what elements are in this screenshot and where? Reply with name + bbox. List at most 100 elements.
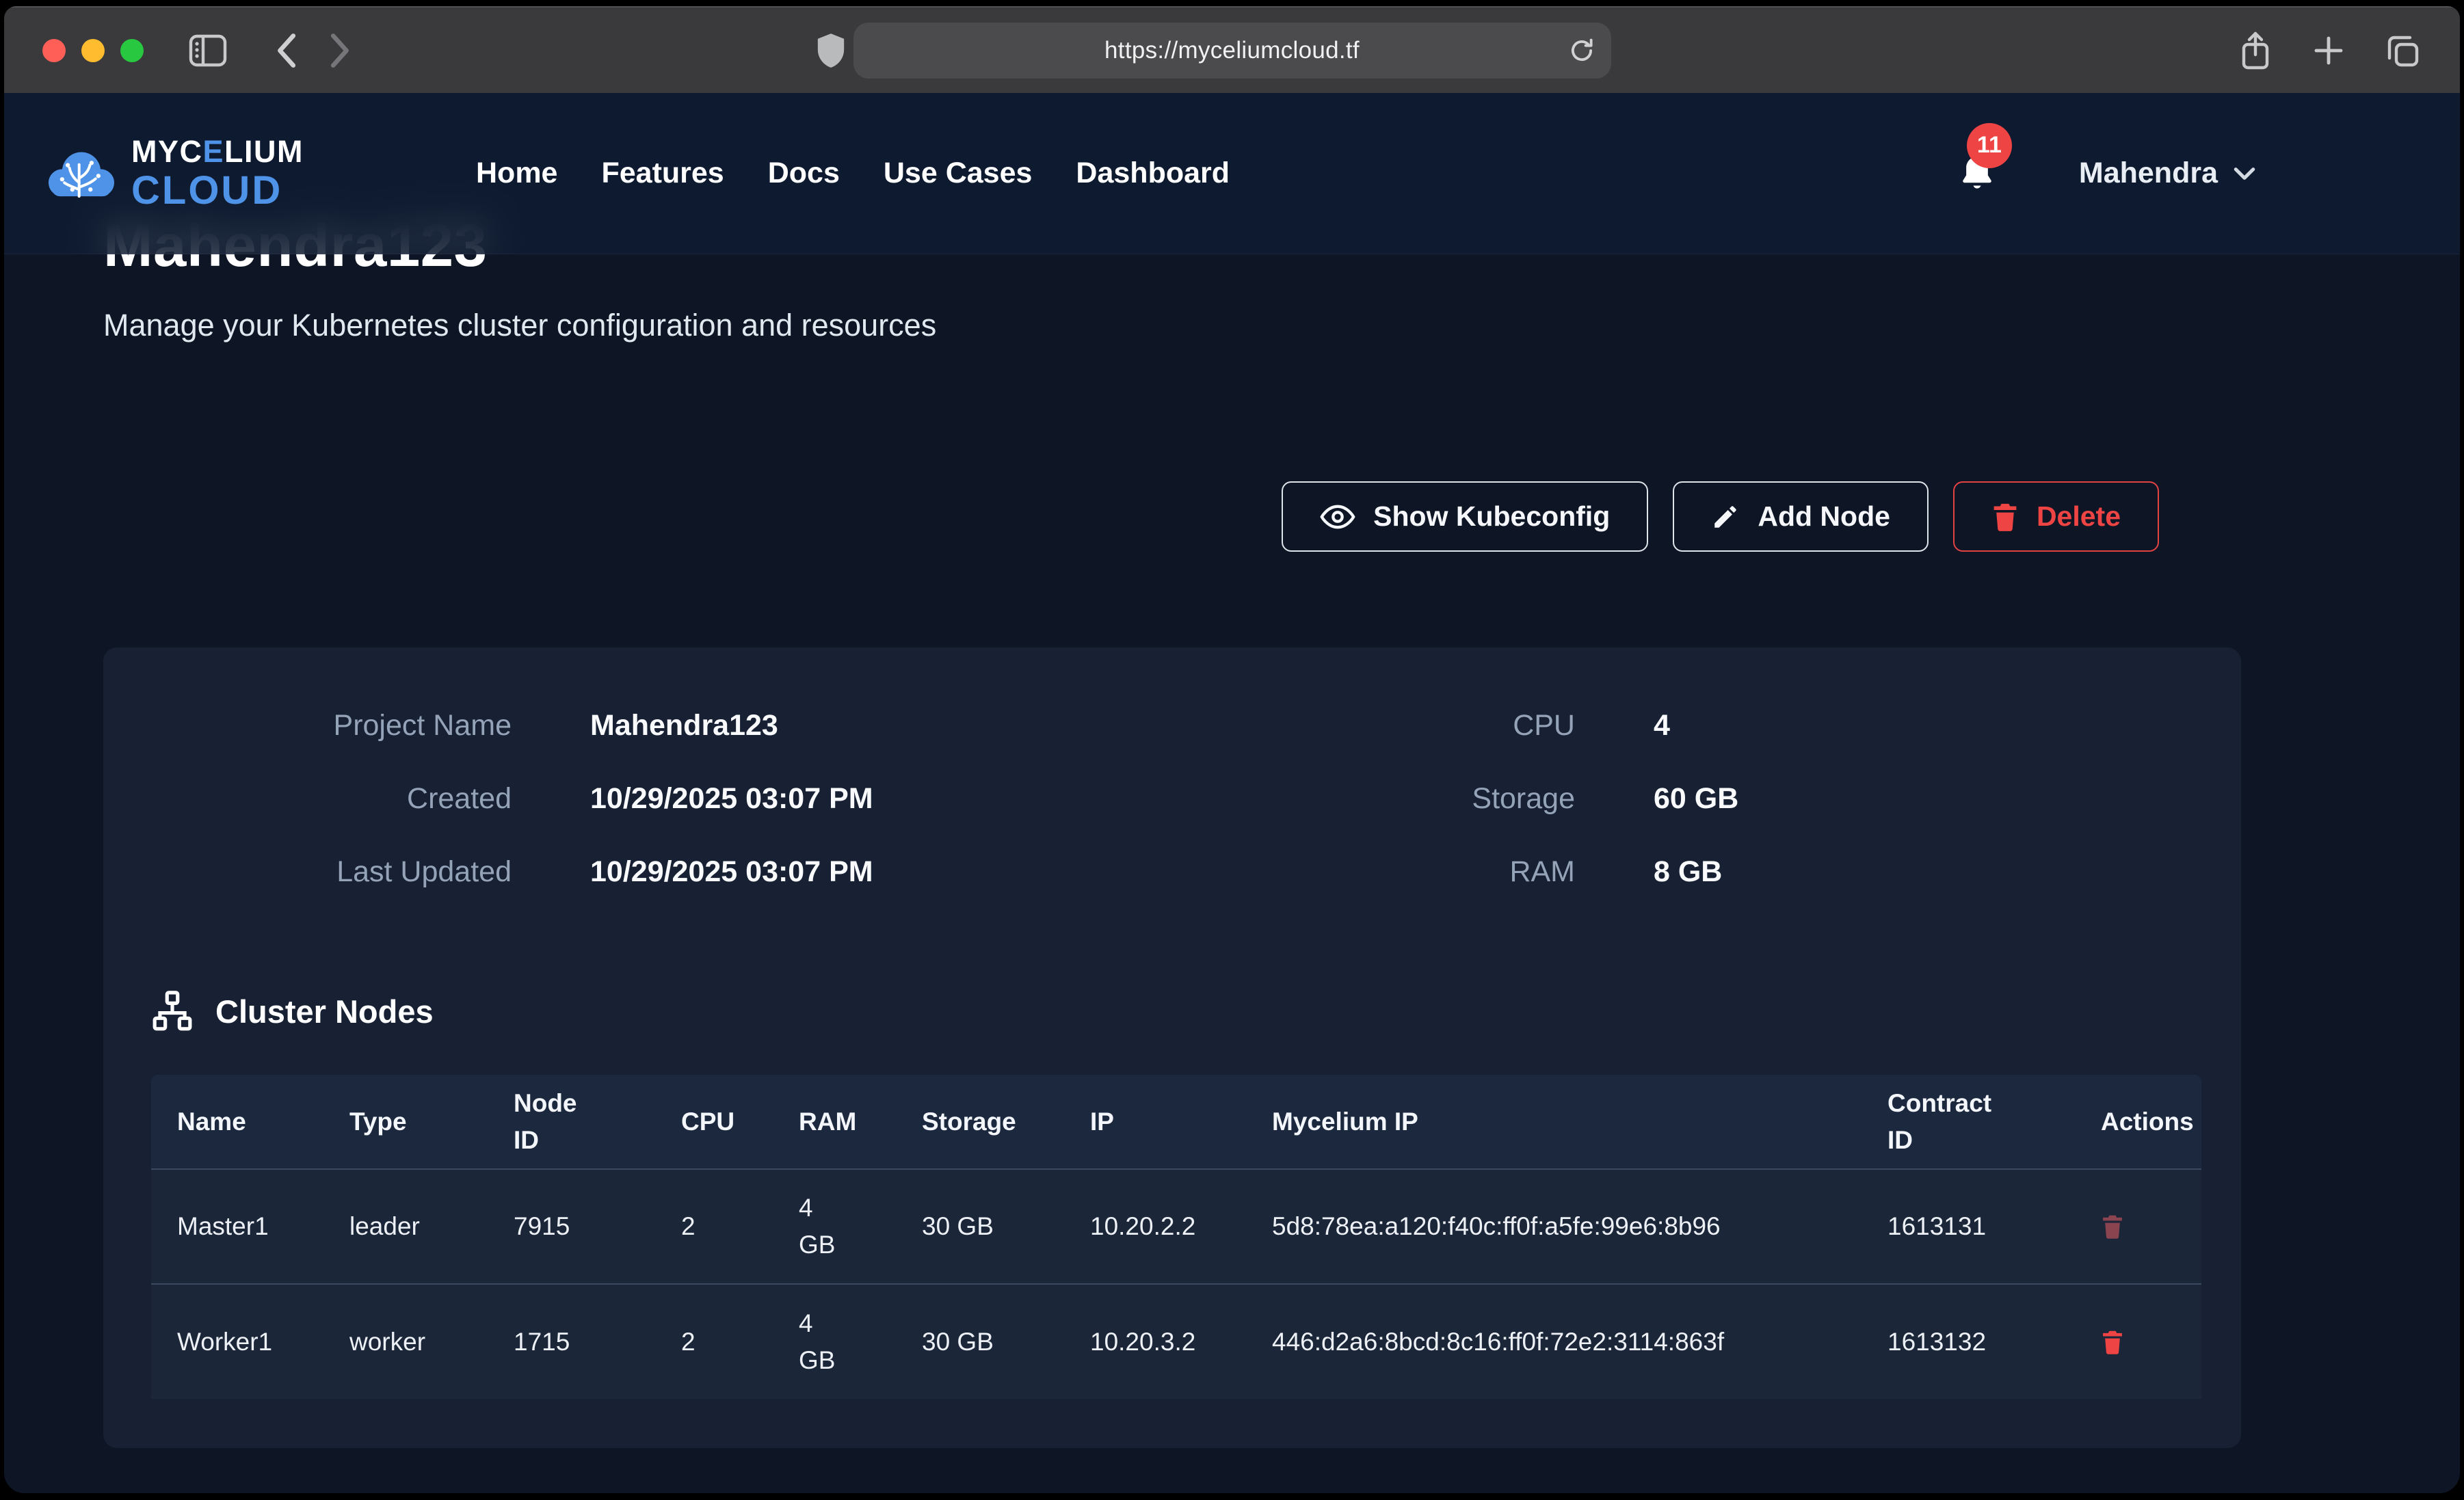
cell-mycelium-ip: 5d8:78ea:a120:f40c:ff0f:a5fe:99e6:8b96 (1246, 1169, 1862, 1284)
main-nav: Home Features Docs Use Cases Dashboard (476, 157, 1230, 190)
last-updated-label: Last Updated (151, 855, 512, 889)
storage-label: Storage (1329, 782, 1575, 816)
cell-node-id: 7915 (488, 1169, 655, 1284)
reload-icon (1567, 36, 1596, 65)
cell-cpu: 2 (655, 1284, 773, 1399)
chevron-left-icon (275, 33, 297, 68)
browser-chrome: https://myceliumcloud.tf (4, 6, 2460, 93)
storage-value: 60 GB (1654, 782, 2193, 816)
chrome-right-controls (2238, 30, 2420, 71)
table-row: Master1 leader 7915 2 4 GB 30 GB 10.20.2… (151, 1169, 2201, 1284)
cell-name: Master1 (151, 1169, 323, 1284)
cell-cpu: 2 (655, 1169, 773, 1284)
chevron-right-icon (330, 33, 352, 68)
minimize-window-button[interactable] (81, 39, 105, 62)
col-type: Type (323, 1075, 488, 1169)
browser-window: https://myceliumcloud.tf (4, 6, 2460, 1493)
col-contract-id: Contract ID (1862, 1075, 2075, 1169)
delete-cluster-button[interactable]: Delete (1953, 481, 2159, 552)
delete-node-button[interactable] (2101, 1329, 2124, 1355)
cell-ram: 4 GB (773, 1284, 896, 1399)
nav-use-cases[interactable]: Use Cases (884, 157, 1033, 190)
add-node-button[interactable]: Add Node (1673, 481, 1929, 552)
forward-button[interactable] (330, 33, 352, 68)
cluster-nodes-heading: Cluster Nodes (151, 990, 2193, 1032)
page-content: Mahendra123 Manage your Kubernetes clust… (4, 93, 2460, 1493)
back-button[interactable] (275, 33, 297, 68)
col-node-id: Node ID (488, 1075, 655, 1169)
cpu-label: CPU (1329, 709, 1575, 742)
cell-node-id: 1715 (488, 1284, 655, 1399)
notifications-button[interactable]: 11 (1957, 153, 1997, 194)
cpu-value: 4 (1654, 709, 2193, 742)
last-updated-value: 10/29/2025 03:07 PM (590, 855, 1250, 889)
delete-label: Delete (2037, 500, 2121, 533)
cell-name: Worker1 (151, 1284, 323, 1399)
ram-label: RAM (1329, 855, 1575, 889)
trash-icon (2101, 1214, 2124, 1240)
share-button[interactable] (2238, 30, 2273, 71)
sidebar-toggle-button[interactable] (189, 34, 227, 67)
cell-contract-id: 1613131 (1862, 1169, 2075, 1284)
col-actions: Actions (2075, 1075, 2201, 1169)
page-subtitle: Manage your Kubernetes cluster configura… (103, 308, 2241, 343)
address-bar[interactable]: https://myceliumcloud.tf (853, 23, 1611, 79)
col-ip: IP (1064, 1075, 1246, 1169)
nav-docs[interactable]: Docs (768, 157, 840, 190)
tabs-icon (2385, 33, 2420, 68)
reload-button[interactable] (1567, 36, 1596, 65)
project-name-value: Mahendra123 (590, 709, 1250, 742)
cell-mycelium-ip: 446:d2a6:8bcd:8c16:ff0f:72e2:3114:863f (1246, 1284, 1862, 1399)
show-kubeconfig-label: Show Kubeconfig (1373, 500, 1610, 533)
url-text: https://myceliumcloud.tf (1104, 37, 1360, 64)
add-node-label: Add Node (1758, 500, 1890, 533)
notification-count-badge: 11 (1967, 123, 2012, 168)
table-row: Worker1 worker 1715 2 4 GB 30 GB 10.20.3… (151, 1284, 2201, 1399)
close-window-button[interactable] (42, 39, 66, 62)
network-nodes-icon (151, 990, 194, 1032)
cell-storage: 30 GB (896, 1284, 1064, 1399)
show-kubeconfig-button[interactable]: Show Kubeconfig (1282, 481, 1648, 552)
cluster-nodes-table: Name Type Node ID CPU RAM Storage IP Myc… (151, 1075, 2201, 1399)
logo-wordmark: MYCELIUM CLOUD (131, 136, 304, 211)
user-menu[interactable]: Mahendra (2079, 157, 2256, 190)
cell-actions (2075, 1169, 2201, 1284)
cell-type: leader (323, 1169, 488, 1284)
mycelium-cloud-logo-icon (45, 137, 118, 210)
share-icon (2238, 30, 2273, 71)
site-logo[interactable]: MYCELIUM CLOUD (45, 136, 304, 211)
nav-features[interactable]: Features (601, 157, 724, 190)
table-header-row: Name Type Node ID CPU RAM Storage IP Myc… (151, 1075, 2201, 1169)
plus-icon (2312, 34, 2345, 67)
eye-icon (1320, 504, 1355, 530)
traffic-lights (42, 39, 144, 62)
created-label: Created (151, 782, 512, 816)
sidebar-icon (189, 34, 227, 67)
trash-icon (1991, 502, 2019, 532)
cell-ip: 10.20.2.2 (1064, 1169, 1246, 1284)
pencil-icon (1711, 503, 1740, 531)
site-viewport: Mahendra123 Manage your Kubernetes clust… (4, 93, 2460, 1493)
privacy-shield-button[interactable] (815, 31, 847, 70)
project-name-label: Project Name (151, 709, 512, 742)
zoom-window-button[interactable] (120, 39, 144, 62)
col-name: Name (151, 1075, 323, 1169)
col-mycelium-ip: Mycelium IP (1246, 1075, 1862, 1169)
trash-icon (2101, 1329, 2124, 1355)
cluster-actions: Show Kubeconfig Add Node (103, 481, 2159, 552)
cluster-details-card: Project Name Mahendra123 CPU 4 Created 1… (103, 647, 2241, 1448)
new-tab-button[interactable] (2312, 34, 2345, 67)
shield-icon (815, 31, 847, 70)
delete-node-button[interactable] (2101, 1214, 2124, 1240)
nav-home[interactable]: Home (476, 157, 557, 190)
nav-dashboard[interactable]: Dashboard (1076, 157, 1230, 190)
created-value: 10/29/2025 03:07 PM (590, 782, 1250, 816)
site-header: MYCELIUM CLOUD Home Features Docs Use Ca… (4, 93, 2460, 254)
col-cpu: CPU (655, 1075, 773, 1169)
col-storage: Storage (896, 1075, 1064, 1169)
tab-overview-button[interactable] (2385, 33, 2420, 68)
cell-actions (2075, 1284, 2201, 1399)
cell-ram: 4 GB (773, 1169, 896, 1284)
user-name: Mahendra (2079, 157, 2218, 190)
cell-contract-id: 1613132 (1862, 1284, 2075, 1399)
